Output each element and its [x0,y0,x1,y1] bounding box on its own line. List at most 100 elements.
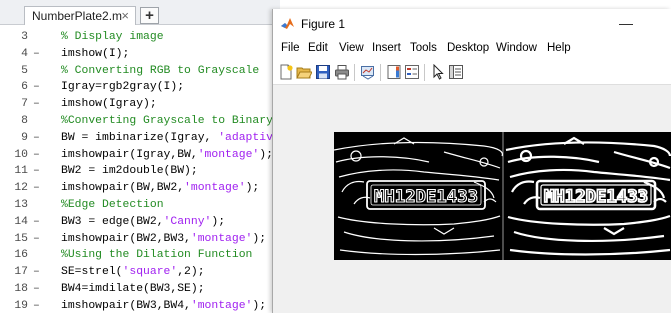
line-number: 5 [21,64,28,77]
code-token: ,2); [177,266,205,279]
code-token: ); [245,182,260,195]
code-text: % Display image [61,29,164,46]
code-line[interactable]: 15– imshowpair(BW2,BW3,'montage'); [0,231,280,248]
code-string: 'montage' [190,299,253,312]
menu-file[interactable]: File [281,42,300,54]
code-text: imshowpair(BW2,BW3,'montage'); [61,231,266,248]
toolbar-separator [380,64,381,81]
open-file-icon[interactable] [296,64,312,80]
plate-text-left: MH12DE1433 [374,187,478,207]
code-line[interactable]: 16 %Using the Dilation Function [0,247,280,264]
figure-toolbar [273,60,671,85]
code-token: Igray=rgb2gray(I); [61,81,185,94]
minimize-button[interactable]: — [619,15,633,31]
menu-window[interactable]: Window [496,42,537,54]
breakpoint-marker[interactable]: – [33,163,40,180]
breakpoint-marker[interactable]: – [33,147,40,164]
code-text: BW = imbinarize(Igray, 'adaptiv [61,130,273,147]
link-plot-icon[interactable] [360,64,376,80]
add-tab-button[interactable]: + [140,7,159,24]
print-icon[interactable] [334,64,350,80]
code-token: imshowpair(Igray,BW, [61,148,198,161]
close-tab-icon[interactable]: × [121,8,129,23]
plate-right: MH12DE1433 [535,179,657,211]
figure-titlebar[interactable]: Figure 1 — [273,9,671,39]
breakpoint-marker[interactable]: – [33,46,40,63]
new-figure-icon[interactable] [278,64,294,80]
line-number: 8 [21,115,28,127]
line-number: 6 [21,81,28,94]
code-text: %Edge Detection [61,197,164,214]
code-line[interactable]: 18– BW4=imdilate(BW3,SE); [0,281,280,298]
breakpoint-marker[interactable]: – [33,298,40,313]
code-text: %Using the Dilation Function [61,247,252,264]
line-number: 16 [14,249,28,262]
code-line[interactable]: 12– imshowpair(BW,BW2,'montage'); [0,180,280,197]
code-comment: % Display image [61,31,164,43]
breakpoint-marker[interactable]: – [33,96,40,113]
menu-tools[interactable]: Tools [410,42,437,54]
code-comment: %Converting Grayscale to Binary [61,115,273,127]
code-token: imshowpair(BW3,BW4, [61,299,191,312]
breakpoint-marker[interactable]: – [33,79,40,96]
menu-view[interactable]: View [339,42,364,54]
save-icon[interactable] [315,64,331,80]
code-string: 'montage' [190,232,253,245]
breakpoint-marker[interactable]: – [33,130,40,147]
code-token: imshow(I); [61,47,130,60]
code-line[interactable]: 3 % Display image [0,29,280,46]
code-line[interactable]: 17– SE=strel('square',2); [0,264,280,281]
menu-insert[interactable]: Insert [372,42,401,54]
code-text: BW4=imdilate(BW3,SE); [61,281,205,298]
menu-desktop[interactable]: Desktop [447,42,489,54]
breakpoint-marker[interactable]: – [33,214,40,231]
line-number: 13 [14,199,28,211]
plate-text-right: MH12DE1433 [544,187,648,207]
pointer-icon[interactable] [430,64,446,80]
code-line[interactable]: 14– BW3 = edge(BW2,'Canny'); [0,214,280,231]
line-number: 11 [14,165,28,178]
code-text: % Converting RGB to Grayscale [61,63,259,80]
code-token: ); [252,299,267,312]
code-token: imshowpair(BW,BW2, [61,182,185,195]
code-text: imshowpair(Igray,BW,'montage'); [61,147,273,164]
code-line[interactable]: 8 %Converting Grayscale to Binary [0,113,280,130]
breakpoint-marker[interactable]: – [33,180,40,197]
code-text: BW2 = im2double(BW); [61,163,198,180]
code-line[interactable]: 13 %Edge Detection [0,197,280,214]
property-inspector-icon[interactable] [448,64,464,80]
insert-colorbar-icon[interactable] [386,64,402,80]
breakpoint-marker[interactable]: – [33,281,40,298]
code-text: imshow(Igray); [61,96,157,113]
code-token: imshowpair(BW2,BW3, [61,232,191,245]
montage-image: MH12DE1433 MH12DE1433 [334,132,671,260]
code-line[interactable]: 19– imshowpair(BW3,BW4,'montage'); [0,298,280,313]
code-string: 'Canny' [163,215,212,228]
code-token: ); [211,215,226,228]
code-line[interactable]: 10– imshowpair(Igray,BW,'montage'); [0,147,280,164]
line-number: 17 [14,266,28,279]
tab-numberplate2[interactable]: NumberPlate2.m × [24,6,136,25]
code-token: ); [259,148,273,161]
toolbar-separator [424,64,425,81]
code-line[interactable]: 5 % Converting RGB to Grayscale [0,63,280,80]
code-string: 'montage' [184,182,246,195]
toolbar-separator [354,64,355,81]
code-area[interactable]: 3% Display image 4– imshow(I); 5% Convertin… [0,25,280,313]
breakpoint-marker[interactable]: – [33,231,40,248]
code-token: SE=strel( [61,266,123,279]
code-token: BW3 = edge(BW2, [61,215,164,228]
code-line[interactable]: 9– BW = imbinarize(Igray, 'adaptiv [0,130,280,147]
menu-edit[interactable]: Edit [308,42,328,54]
figure-canvas[interactable]: MH12DE1433 MH12DE1433 [273,86,671,313]
code-line[interactable]: 6– Igray=rgb2gray(I); [0,79,280,96]
insert-legend-icon[interactable] [404,64,420,80]
menu-help[interactable]: Help [547,42,571,54]
code-text: SE=strel('square',2); [61,264,205,281]
code-token: ); [252,232,267,245]
code-line[interactable]: 4– imshow(I); [0,46,280,63]
code-line[interactable]: 11– BW2 = im2double(BW); [0,163,280,180]
code-editor[interactable]: NumberPlate2.m × + 3% Display image 4– ims… [0,0,280,313]
code-line[interactable]: 7– imshow(Igray); [0,96,280,113]
breakpoint-marker[interactable]: – [33,264,40,281]
